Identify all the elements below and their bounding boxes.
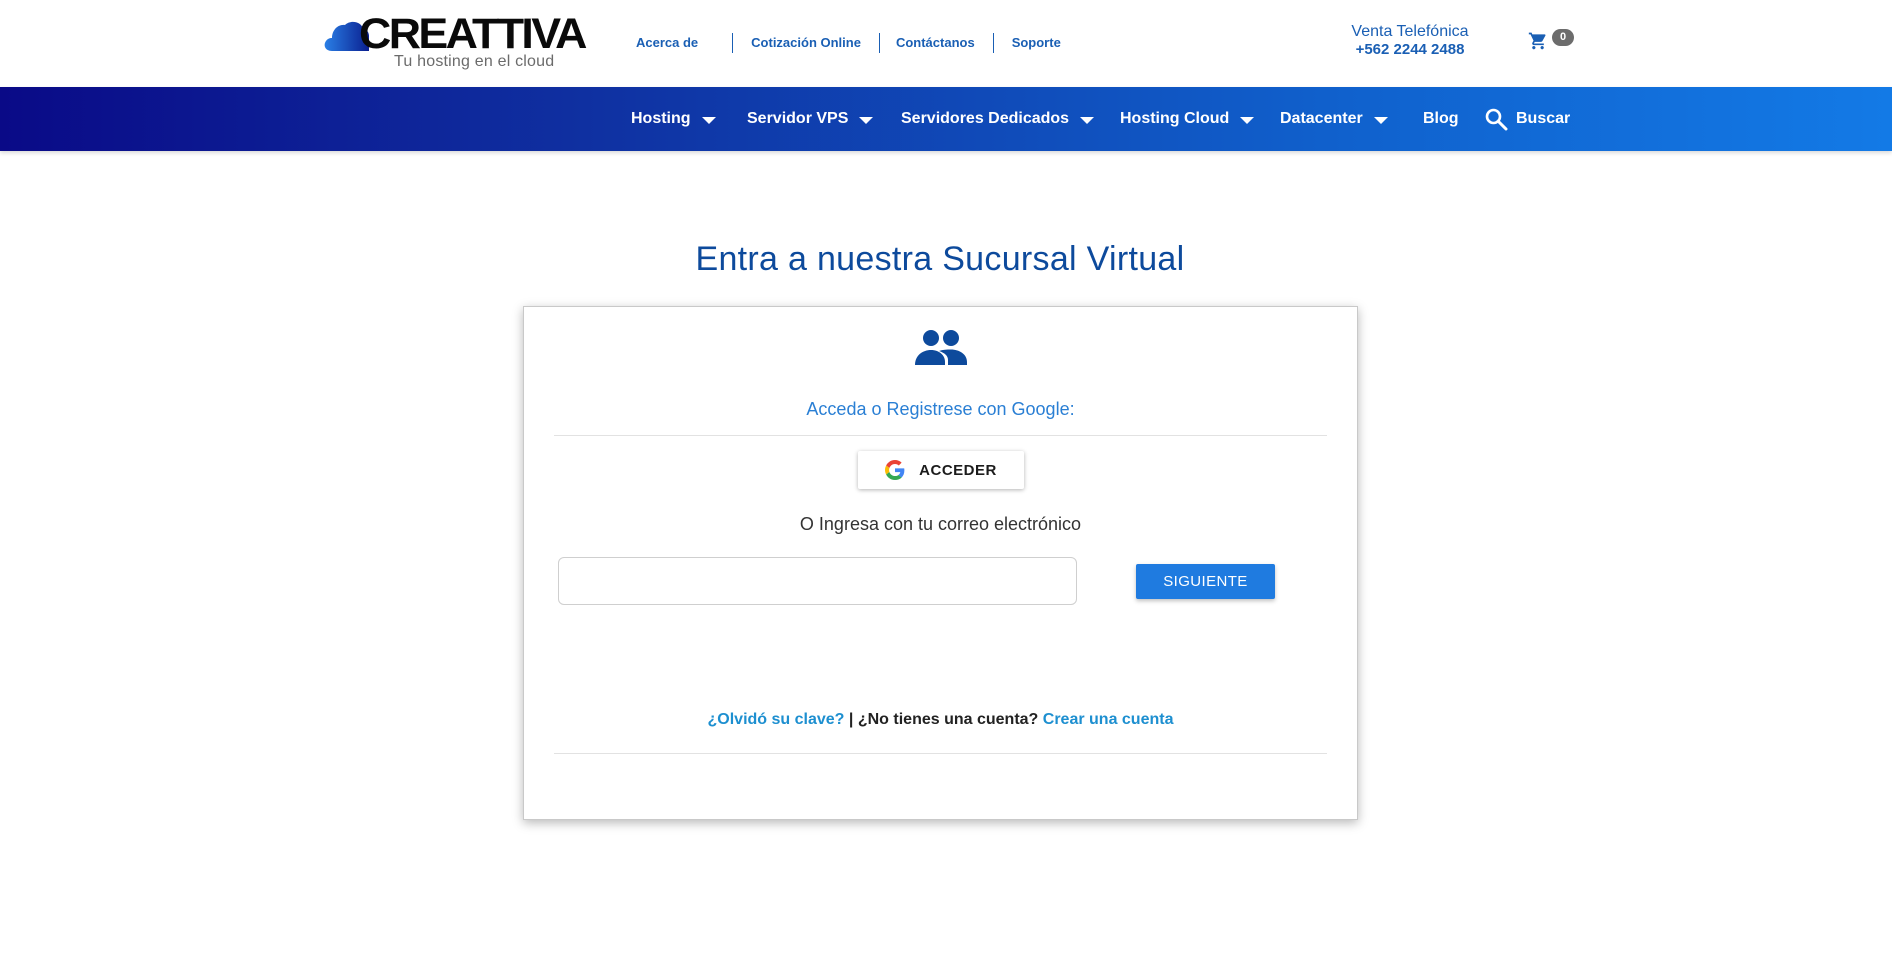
account-links: ¿Olvidó su clave? | ¿No tienes una cuent… (524, 711, 1357, 729)
top-nav-about-link[interactable]: Acerca de (636, 33, 698, 53)
caret-down-icon (701, 116, 716, 124)
top-nav-divider (732, 33, 734, 53)
top-nav-quote-link[interactable]: Cotización Online (751, 33, 861, 53)
create-account-link[interactable]: Crear una cuenta (1043, 711, 1174, 728)
main-nav-label: Hosting Cloud (1120, 110, 1230, 127)
cart-count-badge: 0 (1552, 29, 1574, 46)
main-nav-label: Servidor VPS (747, 110, 849, 127)
main-nav-vps[interactable]: Servidor VPS (747, 87, 874, 151)
caret-down-icon (859, 116, 874, 124)
caret-down-icon (1240, 116, 1255, 124)
top-nav-contact-link[interactable]: Contáctanos (896, 33, 975, 53)
main-nav-hosting[interactable]: Hosting (631, 87, 716, 151)
divider (554, 753, 1327, 754)
top-nav-support-link[interactable]: Soporte (1012, 33, 1061, 53)
main-nav-datacenter[interactable]: Datacenter (1280, 87, 1388, 151)
google-icon (885, 460, 905, 480)
links-separator: | (848, 711, 854, 728)
cart-button[interactable]: 0 (1527, 29, 1577, 53)
search-label: Buscar (1516, 110, 1571, 127)
logo-wordmark: CREATTIVA (359, 10, 587, 58)
google-login-prompt: Acceda o Registrese con Google: (806, 399, 1075, 419)
page-title: Entra a nuestra Sucursal Virtual (695, 240, 1185, 278)
login-card: Acceda o Registrese con Google: ACCEDER … (523, 306, 1358, 820)
users-icon (915, 330, 967, 365)
top-header: CREATTIVA Tu hosting en el cloud Acerca … (0, 0, 1892, 87)
logo-tagline: Tu hosting en el cloud (394, 53, 555, 70)
next-button[interactable]: SIGUIENTE (1136, 564, 1275, 599)
main-nav-dedicated[interactable]: Servidores Dedicados (901, 87, 1095, 151)
main-nav-label: Datacenter (1280, 110, 1363, 127)
top-nav-divider (878, 33, 880, 53)
search-button[interactable]: Buscar (1484, 87, 1570, 151)
main-nav-hosting-cloud[interactable]: Hosting Cloud (1120, 87, 1255, 151)
main-nav-label: Blog (1423, 110, 1459, 127)
top-nav: Acerca de Cotización Online Contáctanos … (636, 33, 1061, 53)
phone-sales[interactable]: Venta Telefónica +562 2244 2488 (1340, 22, 1480, 59)
phone-number[interactable]: +562 2244 2488 (1340, 41, 1480, 59)
caret-down-icon (1080, 116, 1095, 124)
email-input[interactable] (558, 557, 1077, 605)
main-nav-label: Servidores Dedicados (901, 110, 1070, 127)
google-signin-label: ACCEDER (919, 461, 997, 479)
creattiva-logo[interactable]: CREATTIVA Tu hosting en el cloud (323, 10, 593, 74)
cart-icon (1528, 32, 1546, 50)
main-nav-label: Hosting (631, 110, 691, 127)
main-nav: Hosting Servidor VPS Servidores Dedicado… (0, 87, 1892, 151)
search-icon (1485, 108, 1508, 131)
divider (554, 435, 1327, 436)
email-login-prompt: O Ingresa con tu correo electrónico (799, 514, 1082, 534)
google-signin-button[interactable]: ACCEDER (858, 451, 1024, 489)
phone-label: Venta Telefónica (1351, 23, 1469, 40)
caret-down-icon (1373, 116, 1388, 124)
main-nav-blog[interactable]: Blog (1423, 87, 1459, 151)
no-account-text: ¿No tienes una cuenta? (857, 711, 1039, 728)
top-nav-divider (992, 33, 994, 53)
forgot-password-link[interactable]: ¿Olvidó su clave? (708, 711, 845, 728)
